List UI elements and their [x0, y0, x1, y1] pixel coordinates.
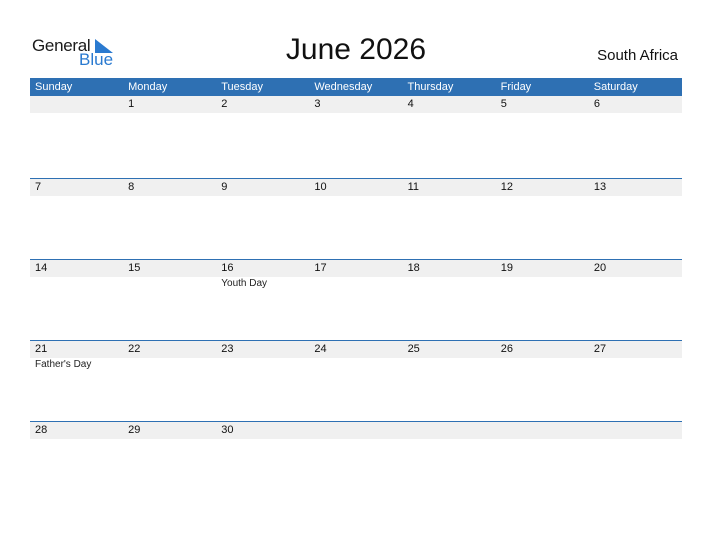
day-number: 24: [314, 343, 327, 355]
weekday-friday: Friday: [500, 81, 532, 93]
week-row: 28 29 30: [30, 421, 682, 503]
weekday-header: Sunday Monday Tuesday Wednesday Thursday Frid…: [30, 78, 682, 96]
weekday-thursday: Thursday: [407, 81, 454, 93]
day-number: 20: [593, 262, 607, 274]
day-cell: 1: [123, 96, 216, 177]
day-cell: 25: [403, 341, 496, 422]
day-cell: 16 Youth Day: [216, 260, 309, 341]
day-number: 12: [500, 181, 513, 193]
day-number: 1: [128, 98, 135, 110]
week-row: 7 8 9 10 11 12 13: [30, 178, 682, 260]
holiday-label: Youth Day: [221, 278, 268, 289]
day-number: 4: [407, 98, 414, 110]
day-number: 6: [593, 98, 600, 110]
day-cell: 8: [123, 179, 216, 260]
day-number: 25: [407, 343, 420, 355]
day-cell: 21 Father's Day: [30, 341, 123, 422]
day-number: 13: [593, 181, 607, 193]
country-label: South Africa: [597, 47, 678, 64]
day-number: 11: [407, 181, 419, 193]
day-number: 14: [35, 262, 48, 274]
day-number: 27: [593, 343, 607, 355]
day-cell: 30: [216, 422, 309, 503]
day-cell: 28: [30, 422, 123, 503]
day-number: 9: [221, 181, 228, 193]
day-number: 19: [500, 262, 513, 274]
day-cell: 27: [589, 341, 682, 422]
day-cell: 3: [309, 96, 402, 177]
day-number: 16: [221, 262, 234, 274]
weekday-saturday: Saturday: [593, 81, 638, 93]
day-cell: 29: [123, 422, 216, 503]
day-cell: 14: [30, 260, 123, 341]
weekday-monday: Monday: [128, 81, 168, 93]
day-cell: 15: [123, 260, 216, 341]
week-row: 1 2 3 4 5 6: [30, 96, 682, 177]
day-cell: 9: [216, 179, 309, 260]
day-number: 3: [314, 98, 321, 110]
weekday-wednesday: Wednesday: [314, 81, 373, 93]
day-number: 18: [407, 262, 420, 274]
day-cell: 17: [309, 260, 402, 341]
day-cell: 26: [496, 341, 589, 422]
day-cell: 11: [403, 179, 496, 260]
day-cell: 18: [403, 260, 496, 341]
day-cell: 5: [496, 96, 589, 177]
day-cell: 6: [589, 96, 682, 177]
day-number: 30: [221, 424, 234, 436]
weekday-tuesday: Tuesday: [221, 81, 264, 93]
day-cell: 20: [589, 260, 682, 341]
weekday-sunday: Sunday: [35, 81, 73, 93]
day-number: 28: [35, 424, 48, 436]
day-number: 10: [314, 181, 327, 193]
week-row: 14 15 16 Youth Day 17 18 19 20: [30, 259, 682, 341]
day-number: 26: [500, 343, 513, 355]
day-number: 5: [500, 98, 507, 110]
day-cell: [309, 422, 402, 503]
day-cell: 23: [216, 341, 309, 422]
day-number: 23: [221, 343, 234, 355]
day-number: 17: [314, 262, 327, 274]
day-number: 7: [35, 181, 42, 193]
day-cell: 2: [216, 96, 309, 177]
day-number: 2: [221, 98, 228, 110]
day-number: 8: [128, 181, 135, 193]
day-cell: 13: [589, 179, 682, 260]
day-cell: 24: [309, 341, 402, 422]
day-cell: [403, 422, 496, 503]
day-number: 29: [128, 424, 141, 436]
day-cell: 12: [496, 179, 589, 260]
day-cell: 10: [309, 179, 402, 260]
holiday-label: Father's Day: [35, 359, 92, 370]
day-cell: [496, 422, 589, 503]
week-row: 21 Father's Day 22 23 24 25 26 27: [30, 340, 682, 422]
day-cell: 22: [123, 341, 216, 422]
day-number: 22: [128, 343, 141, 355]
day-cell: 19: [496, 260, 589, 341]
day-number: 21: [35, 343, 48, 355]
day-number: 15: [128, 262, 141, 274]
day-cell: [30, 96, 123, 177]
day-cell: [589, 422, 682, 503]
day-cell: 4: [403, 96, 496, 177]
day-cell: 7: [30, 179, 123, 260]
